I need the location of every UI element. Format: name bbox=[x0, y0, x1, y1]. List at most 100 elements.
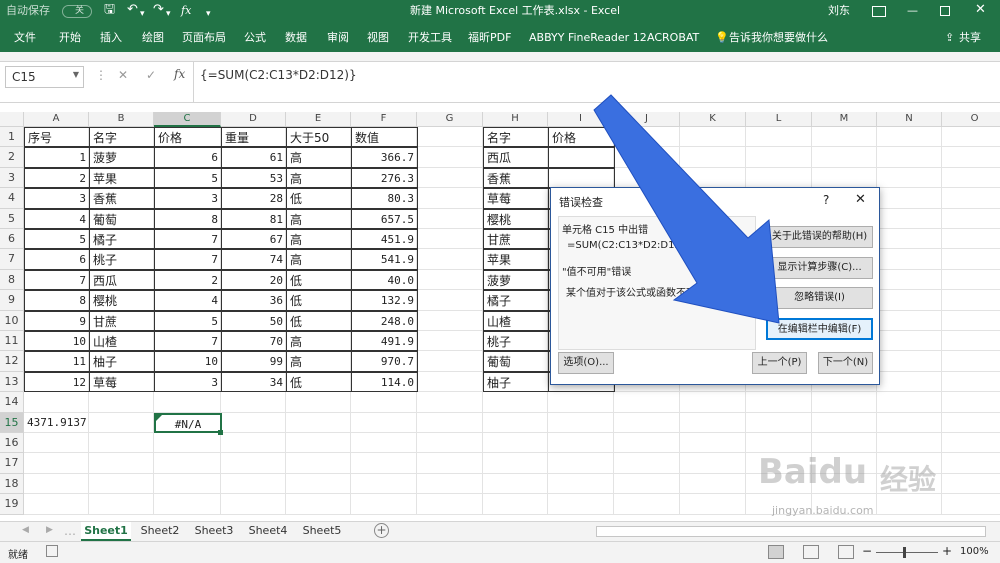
column-header[interactable]: K bbox=[680, 112, 746, 127]
grid-cell[interactable] bbox=[942, 413, 1000, 433]
scroll-sheets-left-icon[interactable]: ◀ bbox=[22, 525, 29, 535]
zoom-level[interactable]: 100% bbox=[960, 546, 989, 557]
row-header[interactable]: 19 bbox=[0, 494, 24, 515]
table-cell[interactable]: 50 bbox=[221, 310, 287, 331]
edit-in-formula-bar-button[interactable]: 在编辑栏中编辑(F) bbox=[766, 318, 873, 340]
table-cell[interactable]: 西瓜 bbox=[89, 269, 155, 291]
function-wizard-icon[interactable]: fx bbox=[174, 67, 185, 81]
table-cell[interactable]: 36 bbox=[221, 290, 287, 311]
tab-abbyy[interactable]: ABBYY FineReader 12 bbox=[529, 30, 647, 46]
table-cell[interactable]: 低 bbox=[286, 371, 352, 393]
grid-cell[interactable] bbox=[24, 473, 89, 495]
grid-cell[interactable] bbox=[89, 433, 154, 454]
table-cell[interactable]: 6 bbox=[24, 249, 90, 270]
table-cell[interactable]: 4 bbox=[154, 290, 222, 311]
grid-cell[interactable] bbox=[942, 249, 1000, 270]
grid-cell[interactable] bbox=[614, 494, 680, 515]
tab-file[interactable]: 文件 bbox=[14, 30, 36, 46]
grid-cell[interactable] bbox=[942, 229, 1000, 250]
column-header[interactable]: B bbox=[89, 112, 154, 127]
table-cell[interactable]: 桃子 bbox=[89, 249, 155, 270]
grid-cell[interactable] bbox=[680, 473, 746, 495]
grid-cell[interactable] bbox=[877, 147, 942, 168]
tab-page-layout[interactable]: 页面布局 bbox=[182, 30, 226, 46]
grid-cell[interactable] bbox=[417, 229, 483, 250]
table-cell[interactable]: 高 bbox=[286, 208, 352, 229]
table-cell[interactable]: 114.0 bbox=[351, 371, 418, 393]
table-cell[interactable]: 1 bbox=[24, 147, 90, 168]
grid-cell[interactable] bbox=[746, 147, 812, 168]
grid-cell[interactable] bbox=[417, 392, 483, 413]
row-header[interactable]: 9 bbox=[0, 290, 24, 311]
record-macro-icon[interactable] bbox=[46, 545, 58, 557]
table-cell[interactable]: 20 bbox=[221, 269, 287, 291]
grid-cell[interactable] bbox=[942, 188, 1000, 209]
table-cell[interactable]: 樱桃 bbox=[483, 208, 549, 229]
table-cell[interactable]: 9 bbox=[24, 310, 90, 331]
grid-cell[interactable] bbox=[877, 127, 942, 148]
grid-cell[interactable] bbox=[877, 167, 942, 189]
grid-cell[interactable] bbox=[877, 331, 942, 352]
table-cell[interactable]: 高 bbox=[286, 249, 352, 270]
grid-cell[interactable] bbox=[286, 392, 351, 413]
zoom-out-icon[interactable]: − bbox=[862, 544, 872, 558]
grid-cell[interactable] bbox=[812, 127, 877, 148]
maximize-icon[interactable] bbox=[940, 6, 950, 16]
grid-cell[interactable] bbox=[351, 433, 417, 454]
table-cell[interactable]: 3 bbox=[154, 371, 222, 393]
grid-cell[interactable] bbox=[877, 412, 942, 433]
grid-cell[interactable] bbox=[942, 168, 1000, 189]
grid-cell[interactable] bbox=[680, 127, 746, 148]
grid-cell[interactable] bbox=[221, 412, 286, 433]
table-cell[interactable]: 低 bbox=[286, 290, 352, 311]
row-header[interactable]: 12 bbox=[0, 351, 24, 372]
row-header[interactable]: 4 bbox=[0, 188, 24, 209]
grid-cell[interactable] bbox=[483, 412, 548, 433]
table-cell[interactable]: 葡萄 bbox=[89, 208, 155, 229]
grid-cell[interactable] bbox=[417, 290, 483, 311]
grid-cell[interactable] bbox=[24, 453, 89, 474]
row-header[interactable]: 10 bbox=[0, 310, 24, 331]
table-cell[interactable]: 3 bbox=[154, 188, 222, 209]
customize-toolbar-icon[interactable]: ▾ bbox=[206, 6, 211, 22]
grid-cell[interactable] bbox=[351, 494, 417, 515]
table-cell[interactable]: 苹果 bbox=[89, 167, 155, 189]
row-header[interactable]: 18 bbox=[0, 473, 24, 495]
grid-cell[interactable] bbox=[877, 188, 942, 209]
close-window-icon[interactable]: ✕ bbox=[975, 2, 986, 18]
grid-cell[interactable] bbox=[417, 269, 483, 291]
grid-cell[interactable] bbox=[351, 412, 417, 433]
grid-cell[interactable] bbox=[154, 473, 221, 495]
grid-cell[interactable] bbox=[614, 473, 680, 495]
grid-cell[interactable] bbox=[942, 127, 1000, 148]
table-cell[interactable]: 6 bbox=[154, 147, 222, 168]
grid-cell[interactable] bbox=[548, 453, 614, 474]
column-header[interactable]: E bbox=[286, 112, 351, 127]
tab-review[interactable]: 审阅 bbox=[327, 30, 349, 46]
grid-cell[interactable] bbox=[942, 270, 1000, 291]
grid-cell[interactable] bbox=[942, 147, 1000, 168]
grid-cell[interactable] bbox=[483, 473, 548, 495]
enter-icon[interactable]: ✓ bbox=[146, 68, 156, 82]
table-cell[interactable]: 柚子 bbox=[483, 371, 549, 393]
grid-cell[interactable] bbox=[89, 412, 154, 433]
sheet-tab[interactable]: Sheet4 bbox=[243, 522, 293, 541]
grid-cell[interactable] bbox=[614, 433, 680, 454]
previous-button[interactable]: 上一个(P) bbox=[752, 352, 807, 374]
grid-cell[interactable] bbox=[877, 310, 942, 331]
minimize-icon[interactable]: — bbox=[907, 3, 918, 19]
result-cell[interactable]: 4371.9137 bbox=[24, 413, 89, 433]
grid-cell[interactable] bbox=[877, 433, 942, 454]
grid-cell[interactable] bbox=[417, 494, 483, 515]
row-header[interactable]: 17 bbox=[0, 453, 24, 474]
table-cell[interactable]: 桃子 bbox=[483, 331, 549, 352]
table-cell[interactable]: 10 bbox=[154, 351, 222, 372]
column-header[interactable]: I bbox=[548, 112, 614, 127]
grid-cell[interactable] bbox=[154, 392, 221, 413]
select-all-corner[interactable] bbox=[0, 112, 24, 127]
table-cell[interactable]: 低 bbox=[286, 310, 352, 331]
table-cell[interactable]: 山楂 bbox=[89, 331, 155, 352]
column-header[interactable]: A bbox=[24, 112, 89, 127]
row-header[interactable]: 2 bbox=[0, 147, 24, 168]
table-header-cell[interactable]: 名字 bbox=[483, 127, 549, 148]
